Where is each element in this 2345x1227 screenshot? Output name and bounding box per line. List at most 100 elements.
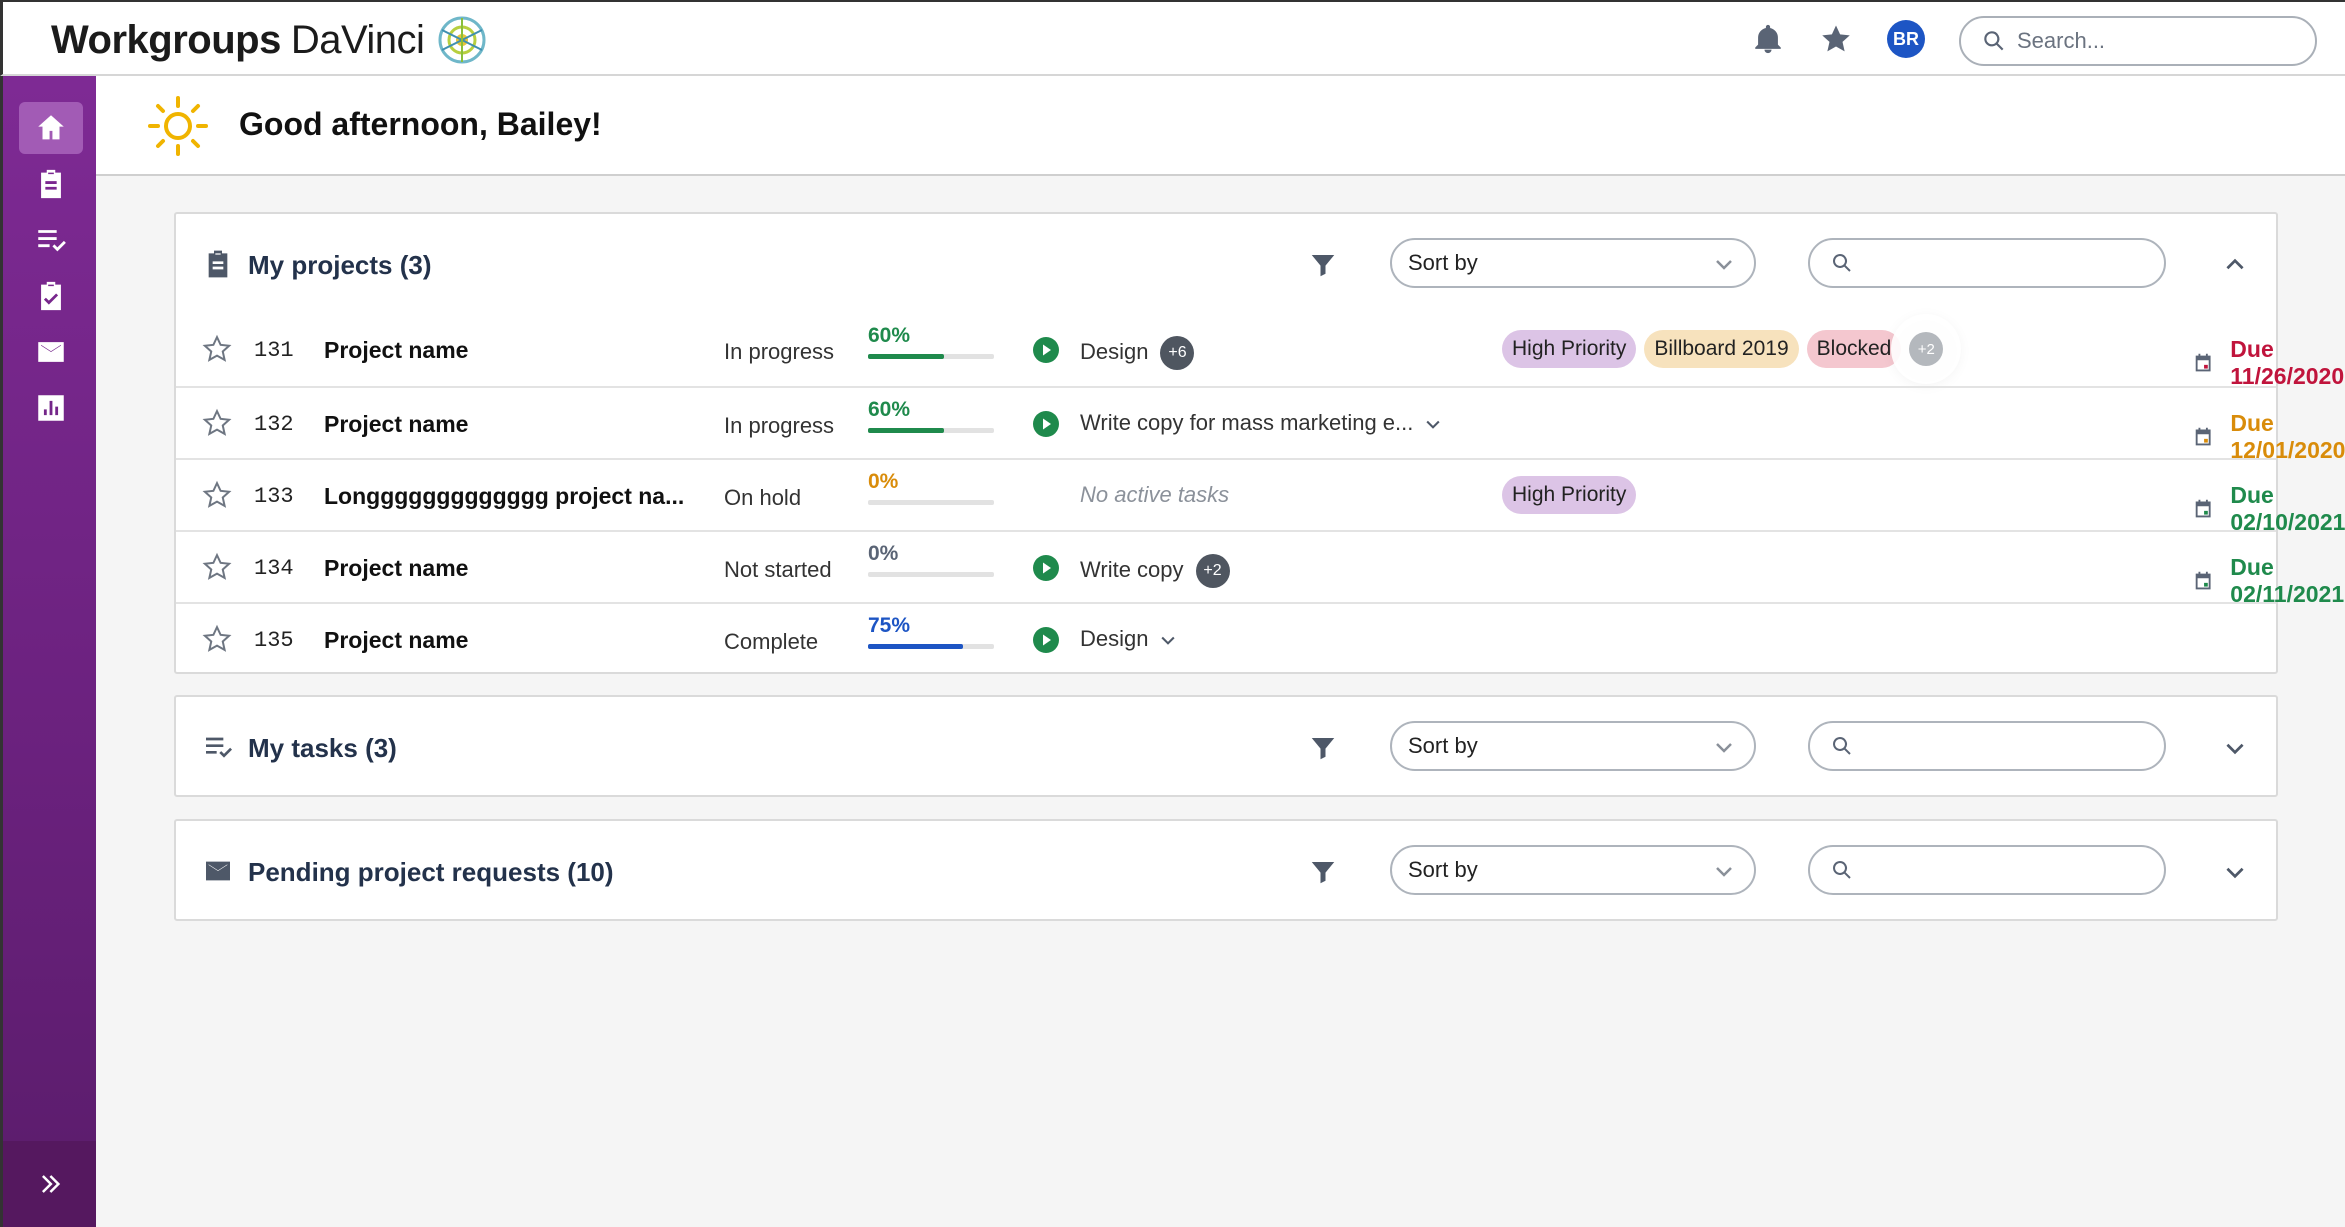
due-date: Due 02/11/2021: [2192, 554, 2345, 608]
current-task[interactable]: Write copy for mass marketing e...: [1080, 410, 1443, 436]
filter-icon[interactable]: [1308, 250, 1338, 280]
project-status: Complete: [724, 629, 819, 654]
chevron-down-icon[interactable]: [2222, 735, 2248, 761]
sidebar-expand-button[interactable]: [3, 1141, 96, 1227]
current-task[interactable]: Write copy +2: [1080, 554, 1230, 588]
tag-chip[interactable]: Billboard 2019: [1644, 330, 1799, 368]
chevron-down-icon: [1716, 260, 1732, 270]
more-tags-badge[interactable]: +2: [1909, 332, 1944, 366]
favorite-star-icon[interactable]: [202, 334, 232, 364]
star-icon[interactable]: [1819, 22, 1853, 56]
project-status: In progress: [724, 339, 835, 364]
project-row[interactable]: 131 Project name In progress 60% Design +6 Hig…: [176, 314, 2344, 389]
due-date-text: Due 02/10/2021: [2230, 482, 2345, 535]
tag-chip[interactable]: High Priority: [1502, 330, 1637, 368]
my-tasks-header: My tasks (3) Sort by: [176, 697, 2276, 797]
chevron-down-icon[interactable]: [2222, 859, 2248, 885]
sidebar-item-approvals[interactable]: [19, 270, 83, 322]
app-logo[interactable]: Workgroups DaVinci: [51, 12, 488, 68]
sidebar-item-requests[interactable]: [19, 326, 83, 378]
play-circle-icon[interactable]: [1032, 410, 1060, 438]
project-id: 134: [254, 556, 294, 581]
panel-search-input[interactable]: [1864, 734, 2154, 758]
project-name-link[interactable]: Project name: [324, 627, 468, 654]
progress-indicator: 0%: [868, 470, 994, 505]
global-search-input[interactable]: [2017, 28, 2297, 54]
pending-requests-header: Pending project requests (10) Sort by: [176, 821, 2276, 921]
favorite-star-icon[interactable]: [202, 624, 232, 654]
progress-track: [868, 644, 994, 649]
sidebar: [0, 76, 96, 1227]
play-circle-icon[interactable]: [1032, 336, 1060, 364]
play-circle-icon[interactable]: [1032, 626, 1060, 654]
sort-select[interactable]: Sort by: [1390, 238, 1756, 288]
sidebar-item-tasks[interactable]: [19, 214, 83, 266]
project-name-link[interactable]: Project name: [324, 337, 468, 364]
calendar-icon: [2195, 571, 2211, 590]
search-icon: [1833, 861, 1851, 879]
due-date: Due 11/26/2020: [2192, 336, 2345, 390]
chevron-down-icon[interactable]: [1423, 414, 1443, 434]
task-count-badge[interactable]: +6: [1160, 336, 1195, 370]
top-bar: Workgroups DaVinci BR: [0, 0, 2345, 76]
chevron-up-icon[interactable]: [2222, 252, 2248, 278]
project-row[interactable]: 133 Longgggggggggggg project na... On hold…: [176, 458, 2345, 535]
tag-chip[interactable]: High Priority: [1502, 476, 1637, 514]
project-row[interactable]: 135 Project name Complete 75% Design: [176, 602, 2276, 674]
due-date-text: Due 12/01/2020: [2230, 410, 2345, 463]
filter-icon[interactable]: [1308, 857, 1338, 887]
task-list-icon: [206, 737, 232, 758]
favorite-star-icon[interactable]: [202, 552, 232, 582]
current-task[interactable]: Design +6: [1080, 336, 1195, 370]
home-icon: [38, 115, 64, 140]
bell-icon[interactable]: [1751, 22, 1785, 56]
sort-label: Sort by: [1408, 857, 1478, 882]
project-row[interactable]: 134 Project name Not started 0% Write copy +2…: [176, 530, 2344, 607]
my-projects-panel: My projects (3) Sort by 131 Project name I…: [174, 212, 2345, 674]
project-id: 135: [254, 628, 294, 653]
project-name-link[interactable]: Project name: [324, 555, 468, 582]
sidebar-item-projects[interactable]: [19, 158, 83, 210]
panel-search-input[interactable]: [1864, 858, 2154, 882]
panel-search[interactable]: [1808, 238, 2166, 288]
progress-fill: [868, 354, 944, 359]
panel-search-input[interactable]: [1864, 251, 2154, 275]
sort-select[interactable]: Sort by: [1390, 721, 1756, 771]
project-name-link[interactable]: Longgggggggggggg project na...: [324, 483, 684, 510]
chevron-down-icon[interactable]: [1158, 630, 1178, 650]
mail-icon: [38, 342, 64, 362]
progress-percent: 75%: [868, 614, 911, 637]
progress-track: [868, 500, 994, 505]
sort-select[interactable]: Sort by: [1390, 845, 1756, 895]
project-row[interactable]: 132 Project name In progress 60% Write copy …: [176, 386, 2345, 463]
sort-label: Sort by: [1408, 733, 1478, 758]
panel-title: My tasks (3): [248, 733, 397, 763]
progress-track: [868, 428, 994, 433]
current-task: No active tasks: [1080, 482, 1229, 508]
project-id: 131: [254, 338, 294, 363]
double-chevron-right-icon: [41, 1175, 60, 1193]
favorite-star-icon[interactable]: [202, 480, 232, 510]
calendar-icon: [2195, 353, 2211, 372]
current-task[interactable]: Design: [1080, 626, 1178, 652]
favorite-star-icon[interactable]: [202, 408, 232, 438]
panel-search[interactable]: [1808, 845, 2166, 895]
progress-indicator: 0%: [868, 542, 994, 577]
panel-search[interactable]: [1808, 721, 2166, 771]
user-avatar[interactable]: BR: [1887, 20, 1925, 58]
task-count-badge[interactable]: +2: [1195, 554, 1230, 588]
clipboard-icon: [208, 250, 228, 278]
sidebar-item-reports[interactable]: [19, 382, 83, 434]
play-circle-icon[interactable]: [1032, 554, 1060, 582]
current-task-label: Design: [1080, 338, 1149, 364]
greeting-text: Good afternoon, Bailey!: [239, 106, 602, 142]
project-id: 132: [254, 412, 294, 437]
project-rows: 131 Project name In progress 60% Design +6 Hig…: [176, 314, 2345, 674]
filter-icon[interactable]: [1308, 733, 1338, 763]
progress-indicator: 75%: [868, 614, 994, 649]
global-search[interactable]: [1959, 16, 2317, 66]
current-task-label: No active tasks: [1080, 482, 1230, 507]
sidebar-item-home[interactable]: [19, 102, 83, 154]
tag-chip[interactable]: Blocked: [1806, 330, 1902, 368]
project-name-link[interactable]: Project name: [324, 411, 468, 438]
